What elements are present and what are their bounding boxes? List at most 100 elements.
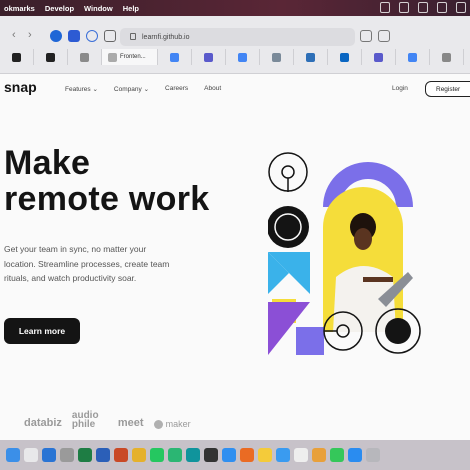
menu-window[interactable]: Window [84,4,113,13]
photos-icon[interactable] [312,448,326,462]
tab-google-3[interactable] [396,49,430,65]
wifi-icon[interactable] [399,2,409,13]
chevron-down-icon: ⌄ [92,86,98,93]
battery-icon[interactable] [380,2,390,13]
url-text: learnfi.github.io [142,33,190,41]
nav-company-label: Company [113,86,142,93]
github-icon [12,52,21,62]
tab-github[interactable] [0,49,34,65]
tab-c[interactable] [260,49,294,65]
client-maker-label: maker [165,419,191,429]
notes-icon[interactable] [258,448,272,462]
menu-develop[interactable]: Develop [45,4,74,13]
calendar-icon[interactable] [294,448,308,462]
address-bar[interactable]: learnfi.github.io [120,28,355,46]
hero-illustration [268,152,421,355]
extension-icon[interactable] [50,30,62,42]
gear-icon[interactable] [86,30,98,42]
nav-about[interactable]: About [204,85,221,93]
lock-icon [130,33,136,40]
client-maker: maker [153,419,191,429]
tab-l[interactable] [68,49,102,65]
linkedin-icon [340,52,349,62]
forward-icon[interactable]: › [28,29,32,41]
tab-linkedin-2[interactable] [328,49,362,65]
chevron-down-icon: ⌄ [143,86,150,93]
black-dot-shape [385,318,411,344]
app-store-icon[interactable] [348,448,362,462]
nav-careers[interactable]: Careers [165,85,188,93]
share-icon[interactable] [360,30,372,42]
google-icon [408,52,417,62]
letter-l-icon [80,52,89,62]
trash-icon[interactable] [366,448,380,462]
mail-icon[interactable] [276,448,290,462]
tab-notion-2[interactable] [362,49,396,65]
letter-a-icon [442,52,451,62]
client-logos: databiz audio phile meet maker [24,410,191,430]
google-icon [170,52,179,62]
back-icon[interactable]: ‹ [12,29,16,41]
web-page: snap Features ⌄ Company ⌄ Careers About … [0,75,470,440]
excel-icon[interactable] [78,448,92,462]
nav-company[interactable]: Company ⌄ [114,85,149,93]
site-logo[interactable]: snap [4,79,37,95]
vscode-icon[interactable] [42,448,56,462]
powerpoint-icon[interactable] [114,448,128,462]
launchpad-icon[interactable] [24,448,38,462]
login-link[interactable]: Login [392,85,408,92]
status-icons [380,2,466,13]
control-center-icon[interactable] [418,2,428,13]
hero-headline: Make remote work [4,145,209,217]
arduino-icon[interactable] [186,448,200,462]
google-icon [238,52,247,62]
person-arm-shape [363,277,393,282]
spotify-icon[interactable] [150,448,164,462]
messages-icon[interactable] [330,448,344,462]
settings-icon[interactable] [60,448,74,462]
headline-line-1: Make [4,144,91,182]
tab-active[interactable]: Fronten... [102,49,158,65]
notion-icon [204,52,213,62]
tab-strip: Fronten... [0,49,470,66]
active-tab-title: Fronten... [120,54,146,60]
tab-linkedin[interactable] [294,49,328,65]
black-circle-shape [268,206,309,248]
client-databiz: databiz [24,417,62,429]
learn-more-button[interactable]: Learn more [4,318,80,344]
browser-toolbar: ‹ › learnfi.github.io Fronten... [0,16,470,74]
shield-icon[interactable] [104,30,116,42]
register-button[interactable]: Register [425,81,470,97]
page-icon [108,52,117,62]
tab-github-2[interactable] [34,49,68,65]
add-tab-icon[interactable] [378,30,390,42]
menu-items: okmarks Develop Window Help [0,4,139,13]
notion-icon [374,52,383,62]
menu-help[interactable]: Help [123,4,139,13]
nav-features[interactable]: Features ⌄ [65,85,98,93]
finder-icon[interactable] [6,448,20,462]
inner-ring-shape [281,165,295,179]
word-icon[interactable] [96,448,110,462]
chrome-icon[interactable] [132,448,146,462]
terminal-icon[interactable] [204,448,218,462]
tab-google-2[interactable] [226,49,260,65]
bitwarden-icon[interactable] [68,30,80,42]
firefox-icon[interactable] [240,448,254,462]
menu-bookmarks[interactable]: okmarks [4,4,35,13]
maker-logo-icon [153,419,163,429]
tab-google[interactable] [158,49,192,65]
whatsapp-icon[interactable] [168,448,182,462]
site-nav: Features ⌄ Company ⌄ Careers About [65,85,221,93]
spotlight-icon[interactable] [437,2,447,13]
tab-a[interactable] [430,49,464,65]
github-icon [46,52,55,62]
clock-icon[interactable] [456,2,466,13]
linkedin-icon [306,52,315,62]
safari-icon[interactable] [222,448,236,462]
letter-c-icon [272,52,281,62]
person-face-shape [354,228,372,250]
tab-notion[interactable] [192,49,226,65]
nav-features-label: Features [65,86,91,93]
client-audiophile: audio phile [71,410,99,430]
